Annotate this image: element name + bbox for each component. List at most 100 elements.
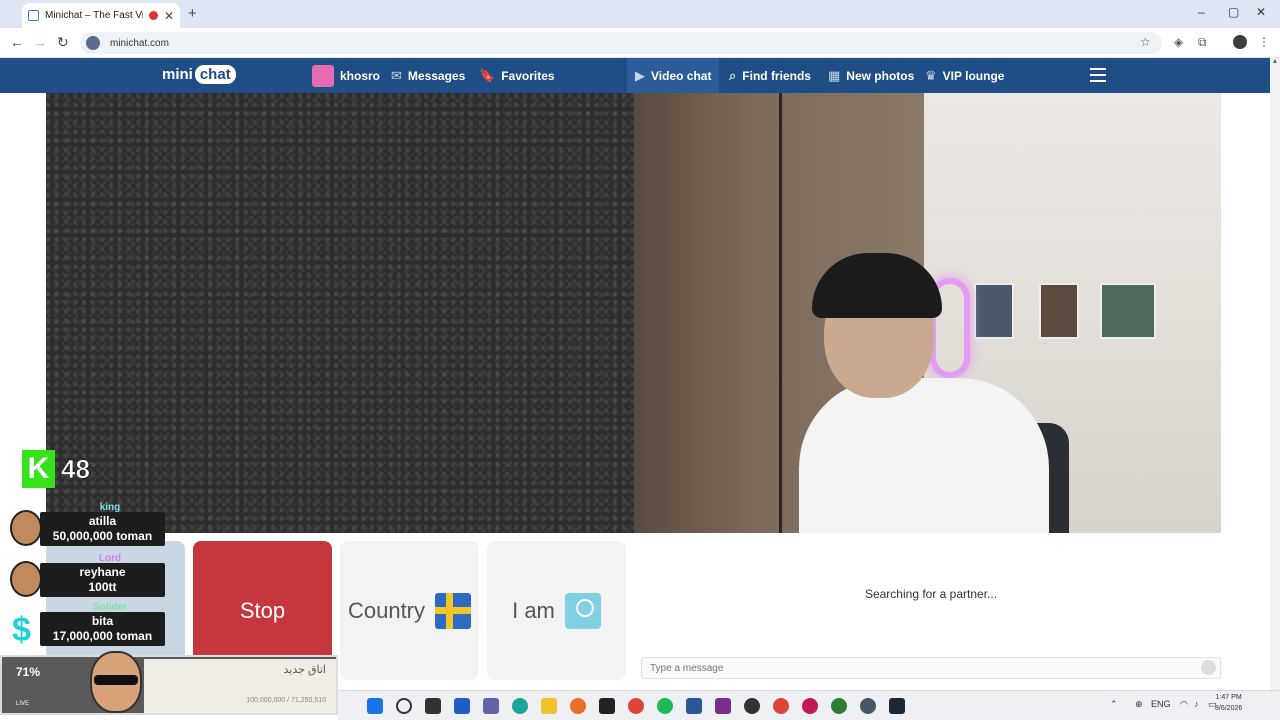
tab-title: Minichat – The Fast Video C (45, 10, 143, 21)
tray-chevron-icon[interactable]: ⌃ (1110, 699, 1118, 710)
window-minimize-button[interactable]: – (1198, 5, 1205, 19)
wall-poster (1100, 283, 1156, 339)
nav-profile[interactable]: khosro (312, 58, 380, 93)
country-button[interactable]: Country (340, 541, 479, 680)
edge-icon[interactable] (512, 698, 528, 714)
reload-icon[interactable]: ↻ (57, 34, 69, 51)
volume-icon[interactable]: ♪ (1194, 699, 1199, 709)
nav-messages-label: Messages (407, 68, 466, 83)
store-icon[interactable] (599, 698, 615, 714)
window-restore-button[interactable]: ▢ (1228, 5, 1239, 19)
stop-label: Stop (239, 597, 286, 623)
task-view-icon[interactable] (425, 698, 441, 714)
search-icon: ⌕ (729, 67, 737, 83)
donor-amount: 50,000,000 toman (52, 529, 153, 543)
firefox-icon[interactable] (570, 698, 586, 714)
windows-start-icon[interactable] (367, 698, 383, 714)
page-scrollbar[interactable]: ▲ (1270, 58, 1280, 690)
self-webcam-pane (634, 93, 1221, 533)
app-r-icon[interactable] (715, 698, 731, 714)
kick-logo-icon: K (22, 450, 55, 488)
browser-tab[interactable]: Minichat – The Fast Video C ✕ (22, 3, 180, 28)
browser-menu-icon[interactable]: ⋮ (1258, 35, 1270, 49)
windows-taskbar: ⌃ ⊕ ENG ◠ ♪ ▭ (338, 690, 1280, 720)
hamburger-menu-icon[interactable] (1090, 68, 1106, 82)
nav-favorites-label: Favorites (501, 68, 555, 83)
app-circle-icon[interactable] (860, 698, 876, 714)
donor-card-lord: Lord reyhane 100tt (10, 553, 165, 601)
wall-poster (974, 283, 1014, 339)
widgets-icon[interactable] (454, 698, 470, 714)
chrome-profile-icon[interactable] (773, 698, 789, 714)
country-label: Country (347, 597, 426, 623)
address-bar-row: ← → ↻ minichat.com ☆ ◈ ⧉ ⋮ (0, 28, 1280, 58)
donor-amount: 17,000,000 toman (52, 629, 153, 643)
donor-box: bita 17,000,000 toman (40, 612, 165, 646)
donor-card-king: king atilla 50,000,000 toman (10, 502, 165, 550)
search-status-text: Searching for a partner... (864, 587, 998, 601)
clock-date: 8/6/2026 (1215, 705, 1243, 712)
live-label: LIVE (16, 701, 30, 707)
chrome-profile-icon[interactable] (802, 698, 818, 714)
url-text: minichat.com (110, 37, 169, 49)
user-avatar-icon (312, 64, 334, 87)
spotify-icon[interactable] (657, 698, 673, 714)
video-camera-icon: ▶ (635, 67, 645, 83)
wifi-icon[interactable]: ◠ (1180, 699, 1188, 710)
chrome-icon[interactable] (628, 698, 644, 714)
nav-find-friends-label: Find friends (742, 68, 811, 83)
screen: Minichat – The Fast Video C ✕ + – ▢ ✕ ← … (0, 0, 1280, 720)
nav-new-photos-label: New photos (846, 68, 915, 83)
profile-avatar[interactable] (1233, 35, 1247, 49)
nav-vip-lounge[interactable]: ♛ VIP lounge (925, 58, 1004, 93)
nav-favorites[interactable]: 🔖 Favorites (479, 58, 555, 93)
emoji-icon[interactable] (1201, 660, 1216, 675)
viewer-count: 48 (61, 453, 90, 484)
language-indicator[interactable]: ENG (1151, 699, 1171, 709)
logo-chat-text: chat (194, 65, 236, 84)
url-omnibox[interactable]: minichat.com (80, 32, 1162, 54)
taskbar-clock[interactable]: 1:47 PM 8/6/2026 (1215, 692, 1242, 714)
donor-box: reyhane 100tt (40, 563, 165, 597)
tray-icon[interactable]: ⊕ (1135, 699, 1143, 710)
browser-tab-bar: Minichat – The Fast Video C ✕ + – ▢ ✕ (0, 0, 1280, 28)
photo-grid-icon: ▦ (828, 67, 841, 83)
gender-button[interactable]: I am (487, 541, 626, 680)
sweden-flag-icon (435, 592, 472, 629)
donor-name: reyhane (79, 565, 126, 579)
kick-viewer-badge: K 48 (22, 450, 90, 488)
stream-goal-overlay: 71% LIVE اتاق جدید 100,000,000 / 71,250,… (0, 651, 338, 715)
nav-new-photos[interactable]: ▦ New photos (828, 58, 914, 93)
scroll-up-arrow-icon[interactable]: ▲ (1270, 58, 1280, 65)
nav-video-chat[interactable]: ▶ Video chat (627, 58, 720, 93)
extension-shield-icon[interactable]: ◈ (1174, 35, 1183, 49)
bookmark-star-icon[interactable]: ☆ (1140, 35, 1151, 49)
taskbar-search-icon[interactable] (396, 698, 412, 714)
nav-video-chat-label: Video chat (651, 68, 712, 83)
steam-icon[interactable] (889, 698, 905, 714)
extensions-puzzle-icon[interactable]: ⧉ (1198, 35, 1207, 50)
app-icon[interactable] (686, 698, 702, 714)
person-avatar-icon (564, 592, 601, 629)
tab-close-button[interactable]: ✕ (164, 9, 174, 23)
teams-icon[interactable] (483, 698, 499, 714)
recording-icon (148, 11, 158, 20)
forward-arrow-icon[interactable]: → (33, 34, 47, 50)
logo-mini-text: mini (162, 66, 193, 83)
nav-find-friends[interactable]: ⌕ Find friends (729, 58, 811, 93)
goal-percent: 71% (16, 665, 41, 679)
nav-messages[interactable]: ✉ Messages (391, 58, 465, 93)
new-tab-button[interactable]: + (188, 5, 197, 22)
envelope-icon: ✉ (391, 67, 402, 83)
back-arrow-icon[interactable]: ← (10, 34, 24, 50)
crown-icon: ♛ (925, 67, 937, 83)
chrome-profile-icon[interactable] (831, 698, 847, 714)
donor-avatar (10, 510, 42, 546)
message-input[interactable] (641, 657, 1221, 679)
clock-time: 1:47 PM (1215, 694, 1242, 701)
minichat-logo[interactable]: mini chat (162, 65, 236, 84)
window-close-button[interactable]: ✕ (1256, 5, 1266, 19)
file-explorer-icon[interactable] (541, 698, 557, 714)
site-info-icon[interactable] (86, 36, 100, 50)
obs-icon[interactable] (744, 698, 760, 714)
